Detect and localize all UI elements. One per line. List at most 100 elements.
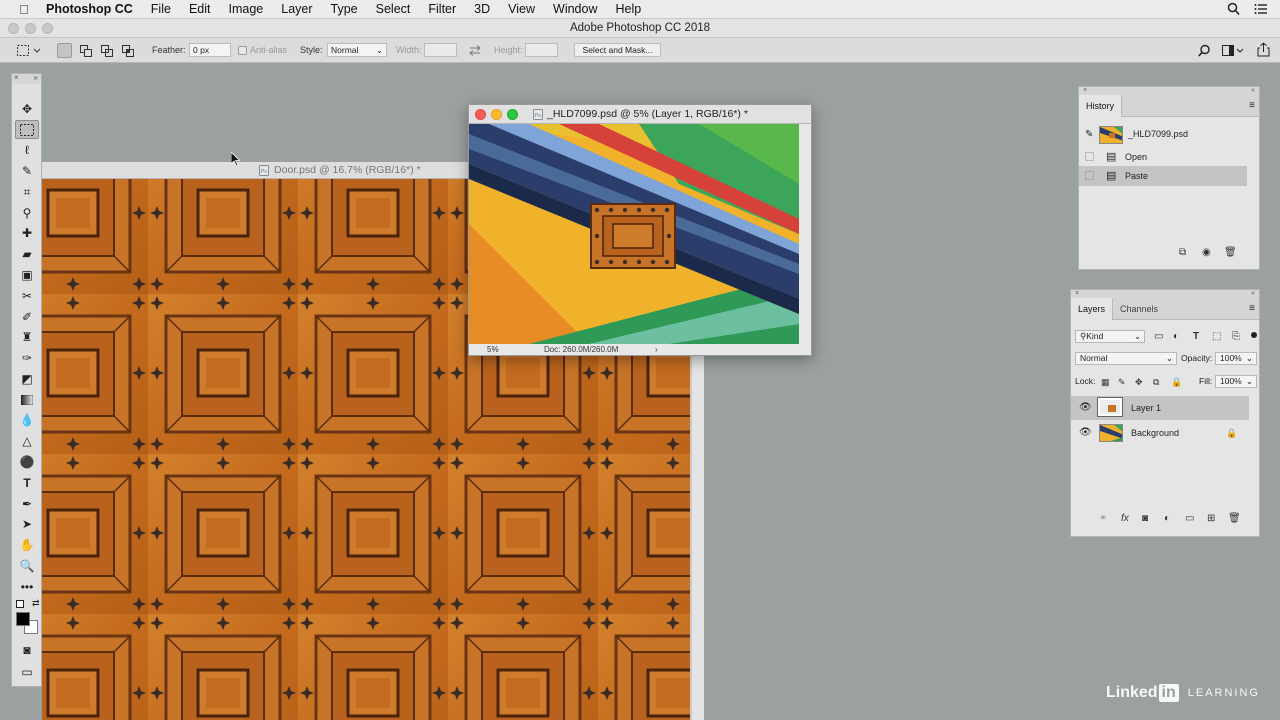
screen-mode-icon[interactable]: ▭ [15,663,39,682]
quick-selection-tool-icon[interactable]: ✎ [15,162,39,181]
subtract-from-selection-icon[interactable] [101,45,113,57]
blend-mode-select[interactable]: Normal ⌄ [1075,352,1177,365]
panel-menu-icon[interactable]: ≡ [1249,100,1255,111]
intersect-selection-icon[interactable] [122,45,134,57]
scissors-tool-icon[interactable]: ✂ [15,287,39,306]
layer-name[interactable]: Background [1131,421,1179,445]
panel-menu-icon[interactable]: ≡ [1249,303,1255,314]
hand-tool-icon[interactable]: ✋ [15,536,39,555]
close-icon[interactable]: × [1083,87,1087,95]
visibility-eye-icon[interactable]: 👁 [1079,396,1092,420]
menu-image[interactable]: Image [229,2,264,16]
style-select[interactable]: Normal ⌄ [327,43,387,57]
visibility-eye-icon[interactable]: 👁 [1079,421,1092,445]
swap-colors-icon[interactable]: ⇄ [32,598,40,609]
hld-document-window[interactable]: Ps _HLD7099.psd @ 5% (Layer 1, RGB/16*) … [468,104,812,356]
menu-file[interactable]: File [151,2,171,16]
fill-input[interactable]: 100% ⌄ [1215,375,1257,388]
history-snapshot-row[interactable]: ✎ _HLD7099.psd [1079,124,1249,146]
link-layers-icon[interactable]: ⚭ [1099,513,1107,525]
opacity-input[interactable]: 100% ⌄ [1215,352,1257,365]
lock-artboards-icon[interactable]: ⧉ [1153,376,1159,388]
menu-layer[interactable]: Layer [281,2,312,16]
layer-style-fx-icon[interactable]: fx [1121,513,1129,525]
menu-edit[interactable]: Edit [189,2,211,16]
history-state-checkbox[interactable] [1085,171,1094,180]
history-brush-tool-icon[interactable]: ✑ [15,349,39,368]
pen-tool-icon[interactable]: ✒ [15,495,39,514]
more-tools-icon[interactable]: ••• [15,578,39,597]
workspace-switcher-icon[interactable] [1222,44,1244,57]
pixel-layer-filter-icon[interactable]: ▭ [1154,331,1163,343]
menu-app[interactable]: Photoshop CC [46,2,133,16]
rectangular-marquee-tool-icon[interactable] [15,120,39,139]
eyedropper-tool-icon[interactable]: ⚲ [15,204,39,223]
spot-healing-tool-icon[interactable]: ✚ [15,224,39,243]
delete-state-icon[interactable]: 🗑 [1224,247,1237,259]
hld-close-button[interactable] [475,109,486,120]
foreground-color-swatch[interactable] [16,612,30,626]
tab-history[interactable]: History [1079,95,1123,117]
move-tool-icon[interactable]: ✥ [15,100,39,119]
add-to-selection-icon[interactable] [80,45,92,57]
new-document-from-state-icon[interactable]: ⧉ [1179,247,1186,259]
layer-row-background[interactable]: 👁 Background 🔒 [1071,421,1249,445]
window-zoom-button[interactable] [42,23,53,34]
menu-type[interactable]: Type [331,2,358,16]
lock-transparent-pixels-icon[interactable]: ▦ [1101,376,1110,388]
window-close-button[interactable] [8,23,19,34]
hld-zoom-button[interactable] [507,109,518,120]
lock-image-pixels-icon[interactable]: ✎ [1118,376,1126,388]
lock-all-icon[interactable]: 🔒 [1171,376,1182,388]
new-group-icon[interactable]: ▭ [1185,513,1194,525]
quick-mask-icon[interactable]: ◙ [15,641,39,660]
delete-layer-icon[interactable]: 🗑 [1228,513,1241,525]
status-menu-arrow-icon[interactable]: › [655,344,658,356]
hld-document-titlebar[interactable]: Ps _HLD7099.psd @ 5% (Layer 1, RGB/16*) … [469,105,811,124]
menu-window[interactable]: Window [553,2,597,16]
smart-object-filter-icon[interactable]: ⎘ [1232,331,1240,343]
tab-channels[interactable]: Channels [1113,298,1165,320]
collapse-icon[interactable]: « [1251,290,1255,298]
menu-help[interactable]: Help [616,2,642,16]
adjustment-layer-filter-icon[interactable]: ◐ [1173,331,1179,343]
window-minimize-button[interactable] [25,23,36,34]
path-selection-tool-icon[interactable]: ➤ [15,515,39,534]
crop-tool-icon[interactable]: ⌗ [15,183,39,202]
select-and-mask-button[interactable]: Select and Mask... [574,43,661,57]
dodge-tool-icon[interactable]: ⚫ [15,453,39,472]
tools-panel-header[interactable]: ×» [12,74,41,84]
layers-panel-header[interactable]: × « [1071,290,1259,298]
healing-brush-tool-icon[interactable]: ▰ [15,245,39,264]
menu-select[interactable]: Select [376,2,411,16]
adjustment-layer-icon[interactable]: ◐ [1164,513,1170,525]
height-input[interactable] [525,43,558,57]
close-icon[interactable]: × [1075,290,1079,298]
swap-dimensions-icon[interactable] [469,45,481,56]
menu-view[interactable]: View [508,2,535,16]
lock-position-icon[interactable]: ✥ [1135,376,1143,388]
collapse-icon[interactable]: « [1251,87,1255,95]
search-icon[interactable] [1198,44,1211,57]
feather-input[interactable]: 0 px [189,43,231,57]
hld-zoom-level[interactable]: 5% [487,344,499,356]
layer-name[interactable]: Layer 1 [1131,396,1161,420]
width-input[interactable] [424,43,457,57]
type-tool-icon[interactable]: T [15,474,39,493]
gradient-tool-icon[interactable] [15,391,39,410]
add-mask-icon[interactable]: ◙ [1142,513,1148,525]
antialias-checkbox[interactable] [238,46,247,55]
share-icon[interactable] [1257,42,1270,57]
history-brush-source-icon[interactable]: ✎ [1085,125,1093,145]
tab-layers[interactable]: Layers [1071,298,1114,320]
hld-minimize-button[interactable] [491,109,502,120]
eraser-tool-icon[interactable]: ◩ [15,370,39,389]
sharpen-tool-icon[interactable]: △ [15,432,39,451]
close-icon[interactable]: × [14,74,19,82]
menu-3d[interactable]: 3D [474,2,490,16]
lasso-tool-icon[interactable]: ℓ [15,141,39,160]
zoom-tool-icon[interactable]: 🔍 [15,557,39,576]
shape-layer-filter-icon[interactable]: ⬚ [1212,331,1221,343]
history-state-paste[interactable]: ▤ Paste [1079,166,1247,186]
new-selection-button[interactable] [57,43,72,58]
